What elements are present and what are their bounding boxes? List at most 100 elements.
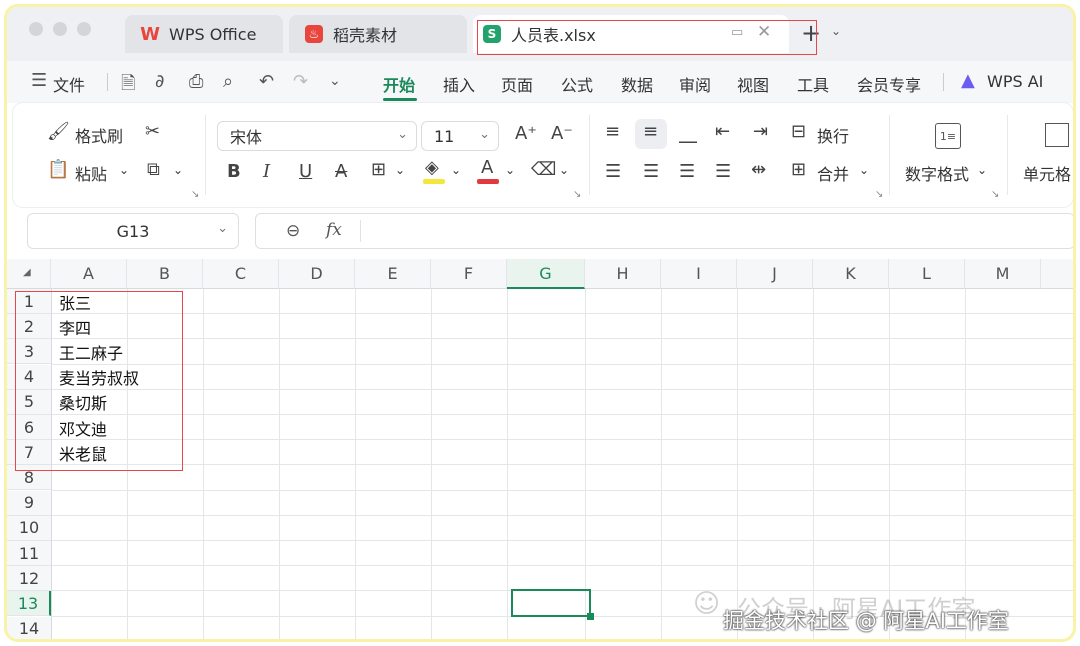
- column-header-e[interactable]: E: [355, 259, 431, 289]
- row-header-3[interactable]: 3: [7, 339, 51, 365]
- cell-a1[interactable]: 张三: [59, 289, 91, 314]
- column-header-f[interactable]: F: [431, 259, 507, 289]
- row-header-9[interactable]: 9: [7, 490, 51, 516]
- menu-tab-review[interactable]: 审阅: [679, 72, 711, 96]
- column-header-h[interactable]: H: [585, 259, 661, 289]
- menu-wps-ai[interactable]: WPS AI: [987, 72, 1043, 91]
- window-zoom-button[interactable]: [77, 22, 91, 36]
- column-header-k[interactable]: K: [813, 259, 889, 289]
- quick-access-chevron-icon[interactable]: ⌄: [329, 73, 341, 89]
- font-dialog-launcher-icon[interactable]: ↘: [573, 189, 581, 200]
- column-header-a[interactable]: A: [51, 259, 127, 289]
- row-header-2[interactable]: 2: [7, 314, 51, 340]
- borders-icon[interactable]: ⊞: [371, 159, 386, 180]
- select-all-corner[interactable]: ◢: [7, 259, 51, 289]
- clear-eraser-icon[interactable]: ⌫: [531, 159, 556, 180]
- underline-icon[interactable]: U: [299, 161, 312, 182]
- paste-chevron-icon[interactable]: ⌄: [119, 163, 129, 177]
- row-header-12[interactable]: 12: [7, 566, 51, 592]
- alignment-dialog-launcher-icon[interactable]: ↘: [875, 189, 883, 200]
- column-header-b[interactable]: B: [127, 259, 203, 289]
- column-header-g[interactable]: G: [507, 259, 585, 289]
- tab-close-icon[interactable]: ✕: [757, 22, 771, 42]
- row-header-8[interactable]: 8: [7, 465, 51, 491]
- copy-chevron-icon[interactable]: ⌄: [173, 163, 183, 177]
- column-header-c[interactable]: C: [203, 259, 279, 289]
- column-header-m[interactable]: M: [965, 259, 1041, 289]
- fill-handle[interactable]: [587, 613, 594, 620]
- chevron-down-icon[interactable]: ⌄: [977, 163, 987, 177]
- align-bottom-icon[interactable]: ⎽: [679, 123, 697, 144]
- increase-font-size-icon[interactable]: A⁺: [515, 123, 537, 144]
- clipboard-dialog-launcher-icon[interactable]: ↘: [191, 189, 199, 200]
- menu-file[interactable]: 文件: [53, 72, 85, 96]
- number-dialog-launcher-icon[interactable]: ↘: [991, 189, 999, 200]
- hamburger-menu-icon[interactable]: ☰: [31, 70, 47, 91]
- row-header-6[interactable]: 6: [7, 415, 51, 440]
- name-box[interactable]: G13 ⌄: [27, 213, 239, 249]
- row-header-5[interactable]: 5: [7, 389, 51, 415]
- menu-tab-page[interactable]: 页面: [501, 72, 533, 96]
- cut-scissors-icon[interactable]: ✂: [145, 121, 160, 142]
- save-icon[interactable]: 🗎: [121, 71, 135, 101]
- align-top-icon[interactable]: ≡: [605, 121, 620, 142]
- zoom-search-icon[interactable]: ⊖: [286, 221, 300, 241]
- cell-a2[interactable]: 李四: [59, 314, 91, 339]
- cell-button[interactable]: 单元格: [1023, 161, 1071, 185]
- cell-a7[interactable]: 米老鼠: [59, 440, 107, 465]
- undo-icon[interactable]: ↶: [259, 71, 274, 92]
- wrap-text-button[interactable]: 换行: [817, 123, 849, 147]
- format-painter-button[interactable]: 格式刷: [75, 123, 123, 147]
- row-header-1[interactable]: 1: [7, 289, 51, 314]
- font-color-icon[interactable]: A: [481, 157, 493, 178]
- decrease-font-size-icon[interactable]: A⁻: [551, 123, 573, 144]
- tab-list-chevron-icon[interactable]: ⌄: [831, 24, 841, 38]
- menu-tab-view[interactable]: 视图: [737, 72, 769, 96]
- cell-a3[interactable]: 王二麻子: [59, 339, 123, 364]
- window-close-button[interactable]: [29, 22, 43, 36]
- share-link-icon[interactable]: ∂: [155, 71, 164, 92]
- selected-cell-g13[interactable]: [511, 589, 591, 617]
- row-header-10[interactable]: 10: [7, 515, 51, 541]
- redo-icon[interactable]: ↷: [293, 71, 308, 92]
- menu-tab-formula[interactable]: 公式: [561, 72, 593, 96]
- copy-icon[interactable]: ⧉: [147, 159, 160, 180]
- row-header-14[interactable]: 14: [7, 616, 51, 639]
- tab-wps-office[interactable]: W WPS Office: [125, 15, 283, 53]
- menu-tab-tools[interactable]: 工具: [797, 72, 829, 96]
- distributed-align-icon[interactable]: ⇹: [751, 159, 766, 180]
- chevron-down-icon[interactable]: ⌄: [505, 163, 515, 177]
- row-header-7[interactable]: 7: [7, 440, 51, 466]
- pin-window-icon[interactable]: ▭: [731, 25, 743, 40]
- row-header-13[interactable]: 13: [7, 591, 51, 617]
- print-preview-icon[interactable]: ⌕: [223, 71, 233, 92]
- fx-icon[interactable]: fx: [326, 220, 342, 240]
- align-left-icon[interactable]: ☰: [605, 161, 621, 182]
- cell-a4[interactable]: 麦当劳叔叔: [59, 365, 139, 390]
- chevron-down-icon[interactable]: ⌄: [451, 163, 461, 177]
- font-size-select[interactable]: 11 ⌄: [421, 121, 499, 151]
- paste-button[interactable]: 粘贴: [75, 161, 107, 185]
- column-header-j[interactable]: J: [737, 259, 813, 289]
- chevron-down-icon[interactable]: ⌄: [395, 163, 405, 177]
- strikethrough-icon[interactable]: A: [335, 161, 347, 182]
- bold-icon[interactable]: B: [227, 161, 241, 182]
- menu-tab-home[interactable]: 开始: [383, 72, 415, 96]
- align-right-icon[interactable]: ☰: [679, 161, 695, 182]
- column-header-i[interactable]: I: [661, 259, 737, 289]
- fill-color-icon[interactable]: ◈: [425, 157, 439, 178]
- italic-icon[interactable]: I: [263, 161, 270, 182]
- row-header-4[interactable]: 4: [7, 364, 51, 390]
- menu-tab-member[interactable]: 会员专享: [857, 72, 921, 96]
- column-header-d[interactable]: D: [279, 259, 355, 289]
- chevron-down-icon[interactable]: ⌄: [859, 163, 869, 177]
- formula-input[interactable]: ⊖ fx: [255, 213, 1073, 249]
- tab-active-spreadsheet[interactable]: S 人员表.xlsx ▭ ✕: [473, 15, 789, 53]
- cell-a5[interactable]: 桑切斯: [59, 390, 107, 415]
- merge-button[interactable]: 合并: [817, 161, 849, 185]
- align-center-icon[interactable]: ☰: [643, 161, 659, 182]
- decrease-indent-icon[interactable]: ⇤: [715, 121, 730, 142]
- row-header-11[interactable]: 11: [7, 541, 51, 566]
- spreadsheet-grid[interactable]: ◢ ABCDEFGHIJKLM 1 2 3 4 5 6 7 8 9 10 11 12 13 14 张三 李四…: [7, 259, 1073, 639]
- increase-indent-icon[interactable]: ⇥: [753, 121, 768, 142]
